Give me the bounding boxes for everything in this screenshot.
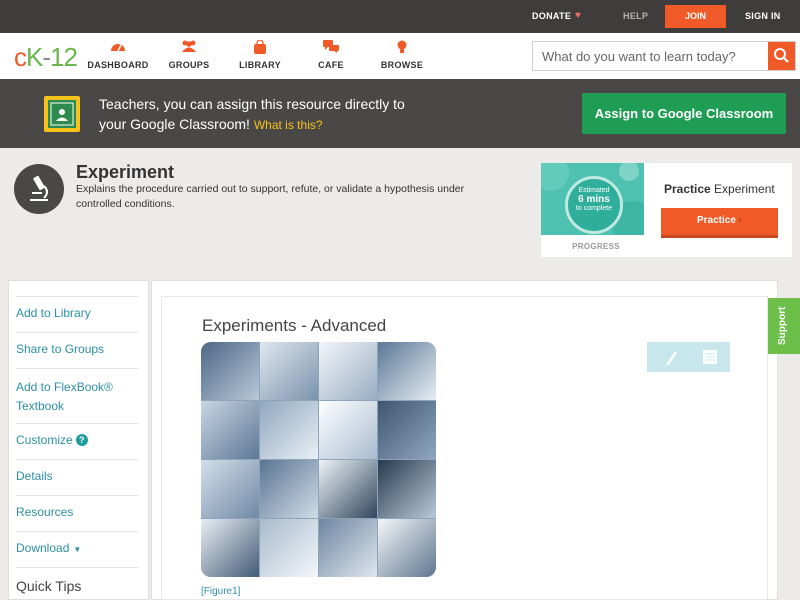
add-to-library-link[interactable]: Add to Library	[16, 306, 91, 320]
pencil-icon[interactable]	[653, 342, 687, 372]
nav-library[interactable]: LIBRARY	[225, 39, 295, 70]
figure-caption-link[interactable]: [Figure1]	[201, 586, 240, 597]
experiments-collage-image	[201, 342, 436, 577]
concept-description: Explains the procedure carried out to su…	[76, 183, 465, 210]
search-input[interactable]	[533, 42, 769, 70]
teacher-banner-text: Teachers, you can assign this resource d…	[99, 96, 405, 132]
resources-link[interactable]: Resources	[16, 505, 73, 519]
top-bar: DONATE ♥ HELP JOIN SIGN IN	[0, 0, 800, 33]
assign-google-classroom-button[interactable]: Assign to Google Classroom	[582, 93, 786, 134]
signin-link[interactable]: SIGN IN	[745, 11, 781, 21]
nav-dashboard[interactable]: DASHBOARD	[83, 40, 153, 70]
caret-down-icon: ▼	[73, 545, 82, 554]
search-icon	[774, 48, 789, 63]
share-to-groups-link[interactable]: Share to Groups	[16, 342, 104, 356]
practice-title: Practice Experiment	[664, 182, 775, 196]
divider	[16, 495, 139, 496]
join-button[interactable]: JOIN	[665, 5, 726, 28]
microscope-icon	[14, 164, 64, 214]
customize-link[interactable]: Customize?	[16, 433, 88, 447]
cafe-chat-icon	[296, 40, 366, 56]
divider	[16, 567, 139, 568]
divider	[16, 423, 139, 424]
divider	[16, 531, 139, 532]
help-link[interactable]: HELP	[623, 11, 648, 21]
browse-bulb-icon	[367, 40, 437, 56]
divider	[16, 459, 139, 460]
google-classroom-icon	[44, 96, 80, 132]
annotation-toolbar	[647, 342, 730, 372]
heart-icon: ♥	[575, 10, 581, 21]
library-bag-icon	[225, 39, 295, 56]
quick-tips-heading: Quick Tips	[16, 578, 82, 594]
nav-browse[interactable]: BROWSE	[367, 40, 437, 70]
nav-cafe[interactable]: CAFE	[296, 40, 366, 70]
help-icon[interactable]: ?	[75, 434, 88, 446]
groups-people-icon	[154, 40, 224, 56]
progress-label: PROGRESS	[572, 242, 620, 251]
practice-button[interactable]: Practice ›	[661, 208, 778, 238]
estimated-time-badge: Estimated 6 mins to complete	[565, 176, 623, 234]
search-button[interactable]	[768, 42, 795, 70]
add-to-flexbook-link[interactable]: Add to FlexBook® Textbook	[16, 378, 113, 416]
ck12-logo[interactable]: cK-12	[14, 44, 78, 70]
divider	[16, 368, 139, 369]
download-dropdown[interactable]: Download ▼	[16, 541, 81, 555]
dashboard-gauge-icon	[83, 40, 153, 56]
notes-icon[interactable]	[693, 342, 727, 372]
search-box	[532, 41, 796, 71]
concept-title: Experiment	[76, 162, 175, 182]
what-is-this-link[interactable]: What is this?	[254, 118, 323, 132]
nav-groups[interactable]: GROUPS	[154, 40, 224, 70]
chevron-right-icon: ›	[738, 215, 743, 226]
divider	[16, 332, 139, 333]
support-tab[interactable]: Support	[768, 298, 800, 354]
article-title: Experiments - Advanced	[202, 316, 387, 335]
details-link[interactable]: Details	[16, 469, 53, 483]
donate-link[interactable]: DONATE	[532, 11, 571, 21]
divider	[16, 296, 139, 297]
